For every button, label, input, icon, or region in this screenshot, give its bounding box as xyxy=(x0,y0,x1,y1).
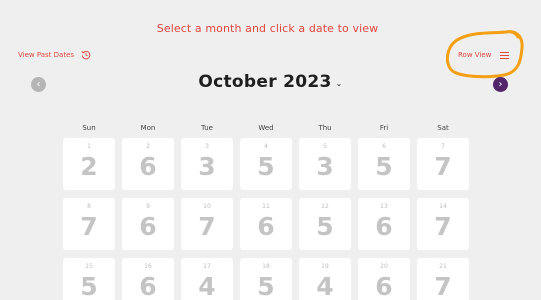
date-cell[interactable]: 13 6 xyxy=(358,198,410,250)
date-cell[interactable]: 33 xyxy=(181,138,233,190)
date-number: 14 xyxy=(439,203,447,210)
date-number: 8 xyxy=(87,203,91,210)
date-value: 5 xyxy=(257,152,275,181)
date-cell[interactable]: 65 xyxy=(358,138,410,190)
date-number: 10 xyxy=(203,203,211,210)
date-value: 6 xyxy=(139,152,157,181)
date-number: 16 xyxy=(144,263,152,270)
date-number: 17 xyxy=(203,263,211,270)
chevron-down-icon: ⌄ xyxy=(335,79,343,88)
date-value: 7 xyxy=(434,152,452,181)
date-number: 21 xyxy=(439,263,447,270)
date-value: 6 xyxy=(257,212,275,241)
date-number: 3 xyxy=(205,143,209,150)
date-cell[interactable]: 12 5 xyxy=(299,198,351,250)
date-cell[interactable]: 17 4 xyxy=(181,258,233,300)
date-value: 3 xyxy=(198,152,216,181)
weekday-wed: Wed xyxy=(258,124,274,132)
weekday-tue: Tue xyxy=(201,124,213,132)
date-cell[interactable]: 45 xyxy=(240,138,292,190)
date-cell[interactable]: 15 5 xyxy=(63,258,115,300)
date-cell[interactable]: 19 4 xyxy=(299,258,351,300)
date-value: 3 xyxy=(316,152,334,181)
date-number: 13 xyxy=(380,203,388,210)
date-number: 15 xyxy=(85,263,93,270)
date-value: 5 xyxy=(257,272,275,300)
list-icon xyxy=(500,51,510,59)
date-value: 5 xyxy=(80,272,98,300)
date-cell[interactable]: 21 7 xyxy=(417,258,469,300)
weekday-mon: Mon xyxy=(140,124,156,132)
date-value: 7 xyxy=(198,212,216,241)
date-value: 5 xyxy=(375,152,393,181)
date-cell[interactable]: 11 6 xyxy=(240,198,292,250)
view-past-dates-label: View Past Dates xyxy=(18,51,75,59)
date-cell[interactable]: 20 6 xyxy=(358,258,410,300)
date-number: 9 xyxy=(146,203,150,210)
date-cell[interactable]: 10 7 xyxy=(181,198,233,250)
date-number: 4 xyxy=(264,143,268,150)
date-value: 4 xyxy=(316,272,334,300)
date-value: 6 xyxy=(375,212,393,241)
row-view-label: Row View xyxy=(458,51,492,59)
date-cell[interactable]: 14 7 xyxy=(417,198,469,250)
date-number: 7 xyxy=(441,143,445,150)
date-number: 6 xyxy=(382,143,386,150)
date-cell[interactable]: 12 xyxy=(63,138,115,190)
date-cell[interactable]: 87 xyxy=(63,198,115,250)
date-cell[interactable]: 18 5 xyxy=(240,258,292,300)
date-number: 19 xyxy=(321,263,329,270)
weekday-sat: Sat xyxy=(437,124,449,132)
date-number: 11 xyxy=(262,203,270,210)
date-number: 1 xyxy=(87,143,91,150)
date-value: 7 xyxy=(434,212,452,241)
date-value: 4 xyxy=(198,272,216,300)
date-value: 7 xyxy=(434,272,452,300)
date-value: 2 xyxy=(80,152,98,181)
date-cell[interactable]: 16 6 xyxy=(122,258,174,300)
date-number: 12 xyxy=(321,203,329,210)
history-icon xyxy=(81,50,91,60)
date-value: 5 xyxy=(316,212,334,241)
instruction-text: Select a month and click a date to view xyxy=(156,22,379,35)
date-cell[interactable]: 77 xyxy=(417,138,469,190)
date-cell[interactable]: 96 xyxy=(122,198,174,250)
view-past-dates-link[interactable]: View Past Dates xyxy=(18,50,91,60)
date-value: 6 xyxy=(375,272,393,300)
date-number: 18 xyxy=(262,263,270,270)
date-number: 2 xyxy=(146,143,150,150)
weekday-sun: Sun xyxy=(82,124,96,132)
date-cell[interactable]: 26 xyxy=(122,138,174,190)
date-value: 7 xyxy=(80,212,98,241)
month-selector[interactable]: October 2023 ⌄ xyxy=(198,72,342,92)
date-number: 20 xyxy=(380,263,388,270)
date-value: 6 xyxy=(139,272,157,300)
calendar-grid: 12 26 33 45 53 65 77 87 96 10 7 11 6 12 5 1… xyxy=(63,138,473,300)
calendar-page: Select a month and click a date to view … xyxy=(0,0,541,300)
month-title: October 2023 xyxy=(198,72,332,92)
date-cell[interactable]: 53 xyxy=(299,138,351,190)
row-view-toggle[interactable]: Row View xyxy=(446,42,526,68)
date-value: 6 xyxy=(139,212,157,241)
weekday-header: Sun Mon Tue Wed Thu Fri Sat xyxy=(63,124,473,134)
weekday-fri: Fri xyxy=(379,124,389,132)
date-number: 5 xyxy=(323,143,327,150)
weekday-thu: Thu xyxy=(318,124,332,132)
